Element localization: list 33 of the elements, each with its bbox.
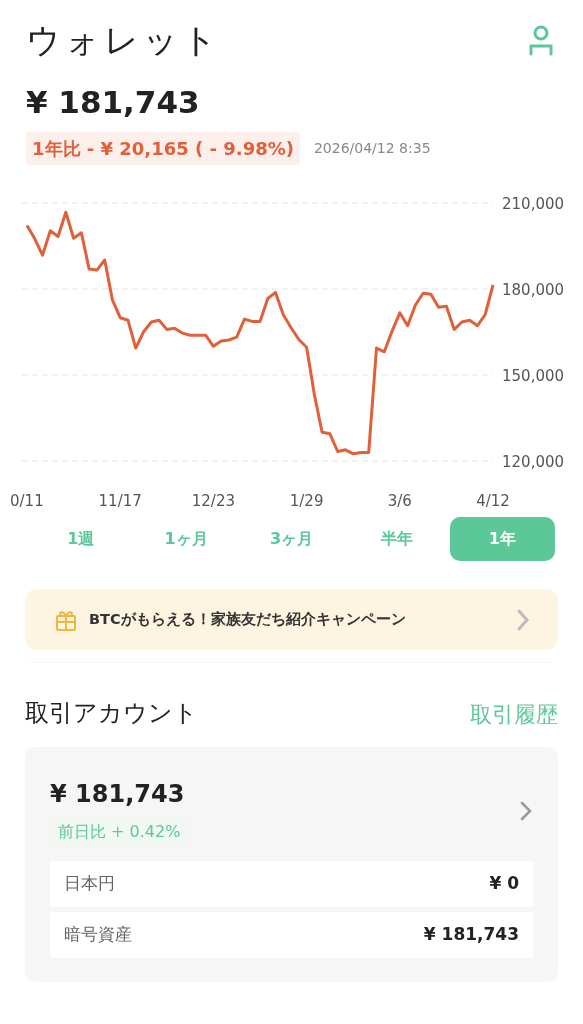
axis-label: 4/12 <box>476 492 510 510</box>
timestamp: 2026/04/12 8:35 <box>313 139 431 158</box>
axis-label: 120,000 <box>502 453 565 471</box>
range-tab[interactable]: 1ヶ月 <box>133 517 239 561</box>
banner-text: BTCがもらえる！家族友だち紹介キャンペーン <box>89 609 407 629</box>
axis-label: 180,000 <box>502 281 565 299</box>
row-label: 日本円 <box>64 872 115 896</box>
day-change: 前日比 + 0.42% <box>50 818 189 846</box>
change-badge: 1年比 - ¥ 20,165 ( - 9.98%) <box>26 132 300 165</box>
axis-label: 150,000 <box>502 367 565 385</box>
account-card[interactable]: ¥ 181,743 前日比 + 0.42% 日本円 ¥ 0 暗号資産 ¥ 181,743 <box>25 747 558 982</box>
row-label: 暗号資産 <box>64 923 132 947</box>
history-link[interactable]: 取引履歴 <box>470 698 558 731</box>
axis-label: 11/17 <box>98 492 142 510</box>
axis-label: 3/6 <box>387 492 412 510</box>
axis-label: 1/29 <box>289 492 324 510</box>
balance-amount: ¥ 181,743 <box>26 83 201 122</box>
range-tab[interactable]: 1週 <box>28 517 134 561</box>
axis-label: 0/11 <box>10 492 44 510</box>
axis-label: 210,000 <box>502 195 565 213</box>
section-title: 取引アカウント <box>25 698 198 729</box>
chevron-icon <box>519 799 533 823</box>
campaign-banner[interactable]: BTCがもらえる！家族友だち紹介キャンペーン <box>25 589 558 650</box>
chevron-icon <box>516 607 530 632</box>
axis-label: 12/23 <box>191 492 235 510</box>
row-value: ¥ 0 <box>489 872 519 896</box>
range-tab[interactable]: 半年 <box>344 517 450 561</box>
range-tab[interactable]: 3ヶ月 <box>238 517 345 561</box>
row-value: ¥ 181,743 <box>423 923 519 947</box>
account-icon[interactable] <box>529 24 553 56</box>
account-amount: ¥ 181,743 <box>50 779 185 810</box>
range-tab[interactable]: 1年 <box>449 517 555 561</box>
page-title: ウォレット <box>26 18 221 62</box>
